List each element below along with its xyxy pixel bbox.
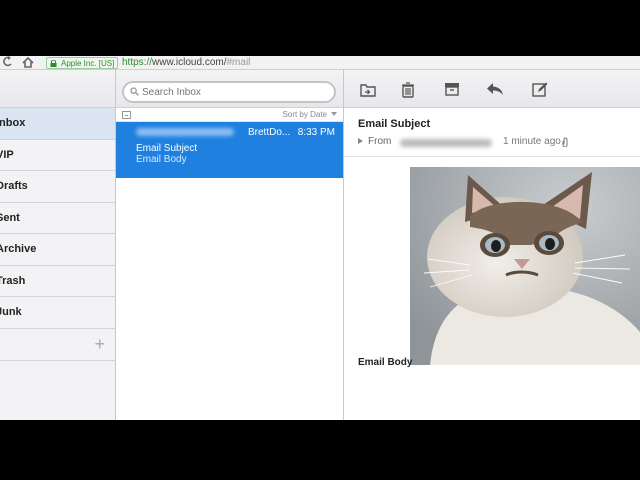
search-box[interactable] [122,81,336,103]
url-field[interactable]: https://www.icloud.com/#mail [122,56,250,69]
message-preview: Email Body [136,154,187,165]
sidebar-item-inbox[interactable]: Inbox [0,108,115,140]
sidebar-item-label: Sent [0,211,20,224]
url-host: www.icloud.com/ [152,57,227,68]
back-icon[interactable] [3,56,13,69]
sidebar-item-label: VIP [0,148,14,161]
sort-by-date[interactable]: Sort by Date [283,110,327,119]
sidebar-item-archive[interactable]: Archive [0,234,115,266]
url-scheme: https:// [122,57,153,68]
email-subject: Email Subject [358,118,431,130]
message-list: Sort by Date BrettDo... 8:33 PM Email Su… [116,70,344,420]
home-icon[interactable] [22,56,34,69]
expand-details-icon[interactable] [358,138,363,144]
sidebar-item-label: Junk [0,306,22,318]
search-icon [130,87,139,96]
lock-icon [50,60,57,67]
message-time: 8:33 PM [297,127,335,138]
move-to-folder-icon[interactable] [360,82,378,98]
sidebar-add-row: + [0,329,115,361]
trash-icon[interactable] [401,82,419,98]
search-input[interactable] [142,85,322,99]
compose-icon[interactable] [532,82,550,98]
chevron-down-icon[interactable] [331,112,337,116]
sidebar-item-trash[interactable]: Trash [0,266,115,297]
sidebar-item-label: Trash [0,274,26,287]
reader-toolbar [344,70,640,108]
sidebar: Inbox VIP Drafts Sent Archive Trash Junk… [0,70,116,420]
sidebar-item-label: Archive [0,243,37,255]
sidebar-item-sent[interactable]: Sent [0,203,115,234]
sort-bar: Sort by Date [116,108,343,122]
sidebar-item-label: Drafts [0,180,28,192]
attached-cat-photo [410,167,640,365]
sidebar-item-junk[interactable]: Junk [0,297,115,329]
received-time: 1 minute ago [503,136,561,147]
from-row: From 1 minute ago [358,136,638,150]
header-divider [344,156,640,157]
sidebar-header [0,70,115,108]
paperclip-icon [562,137,568,147]
secure-badge[interactable]: Apple Inc. [US] [46,57,119,69]
secure-label: Apple Inc. [US] [61,59,115,68]
collapse-icon[interactable] [122,111,131,119]
sidebar-item-label: Inbox [0,117,26,129]
reading-pane: Email Subject From 1 minute ago Email Bo… [344,70,640,420]
add-folder-button[interactable]: + [94,335,105,353]
reply-icon[interactable] [486,82,504,98]
sidebar-item-vip[interactable]: VIP [0,140,115,171]
message-row[interactable]: BrettDo... 8:33 PM Email Subject Email B… [116,122,343,178]
letterbox-bottom [0,420,640,480]
archive-icon[interactable] [444,82,462,98]
from-label: From [368,136,392,147]
url-fragment: #mail [226,57,251,68]
blurred-sender-address [136,128,234,136]
mail-app: Inbox VIP Drafts Sent Archive Trash Junk… [0,70,640,420]
email-body: Email Body [358,357,413,368]
list-header [116,70,343,108]
message-sender: BrettDo... [248,127,291,138]
sidebar-item-drafts[interactable]: Drafts [0,171,115,203]
blurred-from-address [400,139,492,147]
message-subject: Email Subject [136,143,198,154]
browser-address-bar: Apple Inc. [US] https://www.icloud.com/#… [0,56,640,70]
letterbox-top [0,0,640,56]
